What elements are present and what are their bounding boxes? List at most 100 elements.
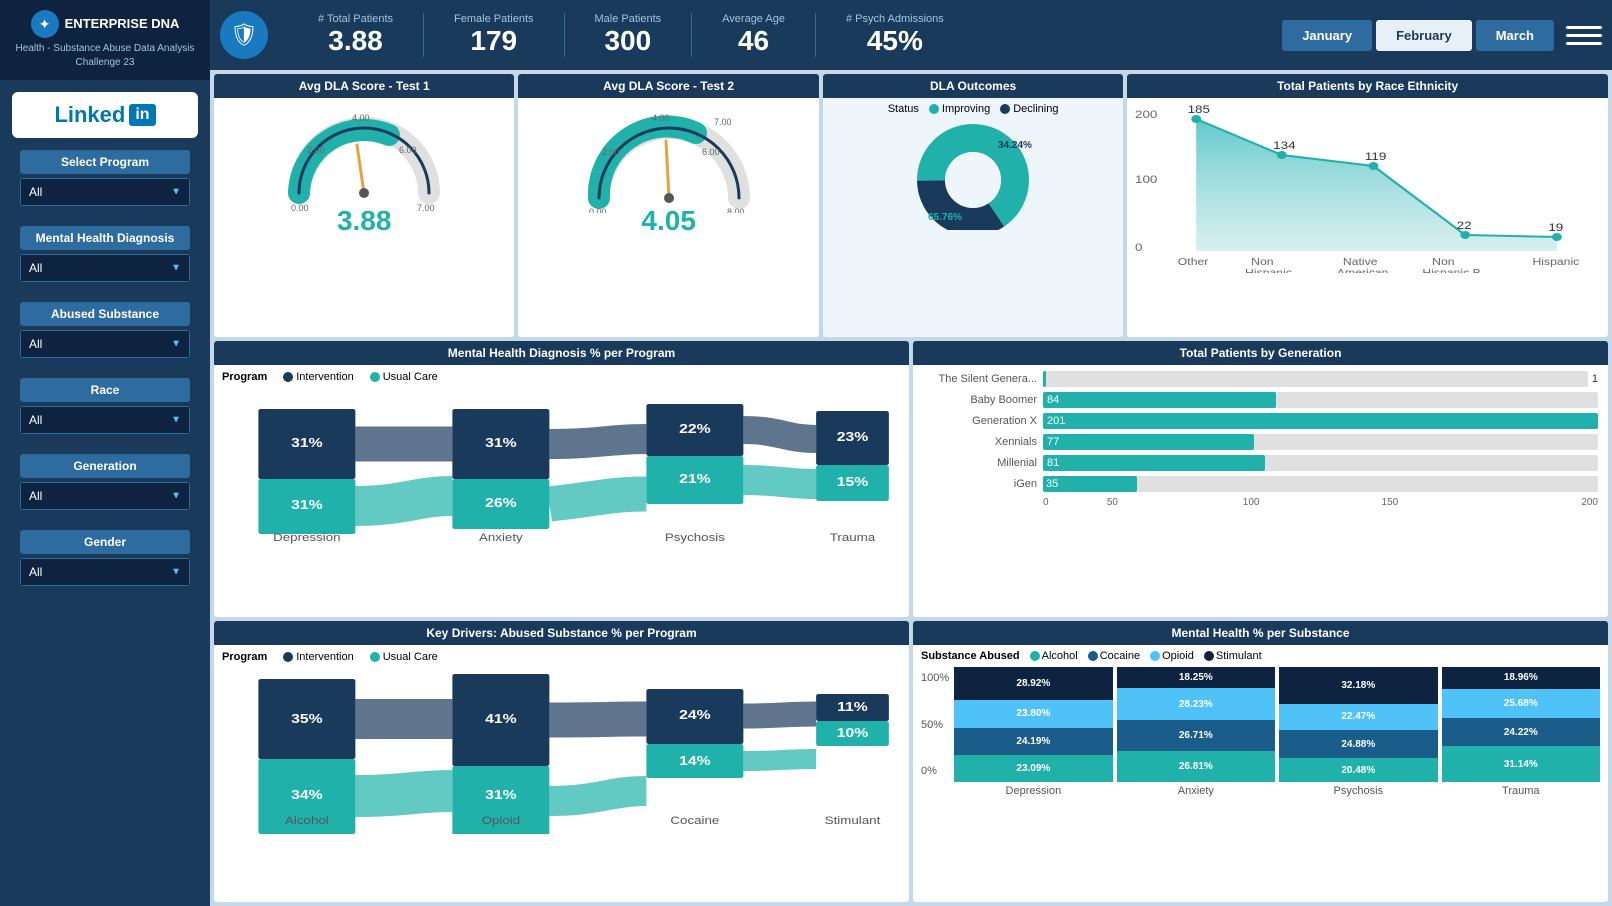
svg-text:Non: Non bbox=[1251, 257, 1273, 268]
mhs-anx-alcohol: 26.81% bbox=[1117, 751, 1275, 782]
card-dla2-body: 0.00 2.00 4.00 6.00 7.00 8.00 4.05 bbox=[518, 98, 818, 239]
filter-program-select[interactable]: All bbox=[21, 179, 189, 205]
svg-text:Native: Native bbox=[1343, 257, 1378, 268]
mhs-col-trauma: 18.96% 25.68% 24.22% 31.14% Trauma bbox=[1442, 667, 1600, 797]
january-button[interactable]: January bbox=[1282, 20, 1372, 51]
filter-diagnosis-select[interactable]: All bbox=[21, 255, 189, 281]
svg-text:2.00: 2.00 bbox=[307, 145, 325, 155]
card-key-drivers: Key Drivers: Abused Substance % per Prog… bbox=[214, 621, 909, 902]
mhs-dep-cocaine: 24.19% bbox=[954, 728, 1112, 756]
svg-text:65.76%: 65.76% bbox=[928, 212, 962, 223]
usual-care-legend: Usual Care bbox=[370, 371, 438, 383]
kd-flow-svg: 35% 34% 41% 31% 24% 14% bbox=[222, 669, 901, 834]
svg-text:22: 22 bbox=[1457, 219, 1472, 232]
mhs-label-depression: Depression bbox=[1006, 785, 1062, 797]
filter-generation-wrapper[interactable]: All ▼ bbox=[20, 482, 190, 510]
card-dla2: Avg DLA Score - Test 2 0.00 2.00 4.00 6.… bbox=[518, 74, 818, 337]
filter-diagnosis-wrapper[interactable]: All ▼ bbox=[20, 254, 190, 282]
february-button[interactable]: February bbox=[1376, 20, 1472, 51]
mhs-label-trauma: Trauma bbox=[1502, 785, 1540, 797]
card-mh-header: Mental Health Diagnosis % per Program bbox=[214, 341, 909, 365]
mhs-dep-alcohol: 23.09% bbox=[954, 755, 1112, 782]
gen-fill-igen: 35 bbox=[1043, 476, 1137, 492]
intervention-legend: Intervention bbox=[283, 371, 353, 383]
svg-text:119: 119 bbox=[1365, 150, 1387, 163]
card-generation: Total Patients by Generation The Silent … bbox=[913, 341, 1608, 617]
filter-race-wrapper[interactable]: All ▼ bbox=[20, 406, 190, 434]
stat-male-label: Male Patients bbox=[595, 13, 662, 25]
svg-text:Hispanic ...: Hispanic ... bbox=[1245, 268, 1305, 273]
filter-program-label: Select Program bbox=[20, 150, 190, 174]
svg-text:185: 185 bbox=[1188, 103, 1211, 116]
gen-bar-row-boomer: Baby Boomer 84 bbox=[923, 392, 1598, 408]
gen-label-xennials: Xennials bbox=[923, 436, 1043, 448]
svg-text:10%: 10% bbox=[837, 726, 869, 740]
mhs-stacked-anxiety: 18.25% 28.23% 26.71% 26.81% bbox=[1117, 667, 1275, 782]
mhs-stacked-depression: 28.92% 23.80% 24.19% 23.09% bbox=[954, 667, 1112, 782]
mhs-dep-stimulant: 28.92% bbox=[954, 667, 1112, 700]
svg-text:15%: 15% bbox=[837, 475, 869, 489]
intervention-label: Intervention bbox=[296, 371, 353, 383]
svg-text:Depression: Depression bbox=[273, 531, 340, 544]
svg-text:Stimulant: Stimulant bbox=[825, 814, 881, 827]
mhs-bars: 28.92% 23.80% 24.19% 23.09% Depression 1… bbox=[954, 667, 1600, 797]
svg-text:6.00: 6.00 bbox=[399, 145, 417, 155]
gen-fill-silent bbox=[1043, 371, 1046, 387]
declining-legend: Declining bbox=[1000, 103, 1058, 115]
declining-label: Declining bbox=[1013, 103, 1058, 115]
kd-intervention-legend: Intervention bbox=[283, 651, 353, 663]
logo-text: ENTERPRISE DNA bbox=[65, 15, 180, 33]
dna-logo-icon: ✦ bbox=[31, 10, 59, 38]
mhs-cocaine-text: Cocaine bbox=[1100, 650, 1140, 662]
kd-usual-care-text: Usual Care bbox=[383, 651, 438, 663]
svg-text:31%: 31% bbox=[485, 436, 517, 450]
svg-text:24%: 24% bbox=[679, 708, 711, 722]
improving-legend: Improving bbox=[929, 103, 990, 115]
card-mhs-header: Mental Health % per Substance bbox=[913, 621, 1608, 645]
mhs-dep-opioid: 23.80% bbox=[954, 700, 1112, 727]
stat-female-label: Female Patients bbox=[454, 13, 533, 25]
stat-female-value: 179 bbox=[470, 25, 517, 57]
filter-gender-select[interactable]: All bbox=[21, 559, 189, 585]
filter-generation-select[interactable]: All bbox=[21, 483, 189, 509]
filter-substance-select[interactable]: All bbox=[21, 331, 189, 357]
dashboard-grid: Avg DLA Score - Test 1 0.00 bbox=[210, 70, 1612, 906]
menu-hamburger[interactable] bbox=[1566, 17, 1602, 53]
linkedin-box: Linked in bbox=[12, 92, 198, 138]
mhs-y-100: 100% bbox=[921, 672, 949, 684]
stat-male: Male Patients 300 bbox=[565, 13, 693, 57]
svg-text:Other: Other bbox=[1178, 257, 1209, 268]
card-outcomes-header: DLA Outcomes bbox=[823, 74, 1123, 98]
svg-text:7.00: 7.00 bbox=[417, 203, 435, 213]
stat-total-label: # Total Patients bbox=[318, 13, 393, 25]
mhs-tra-opioid: 25.68% bbox=[1442, 689, 1600, 719]
gen-label-genx: Generation X bbox=[923, 415, 1043, 427]
gen-x-200: 200 bbox=[1459, 497, 1598, 508]
stat-female: Female Patients 179 bbox=[424, 13, 564, 57]
mhs-anx-cocaine: 26.71% bbox=[1117, 720, 1275, 751]
svg-text:Anxiety: Anxiety bbox=[479, 531, 524, 544]
gen-track-silent bbox=[1043, 371, 1588, 387]
mhs-stimulant-legend: Stimulant bbox=[1204, 650, 1262, 662]
filter-program-wrapper[interactable]: All ▼ bbox=[20, 178, 190, 206]
mhs-cocaine-legend: Cocaine bbox=[1088, 650, 1140, 662]
mhs-stimulant-dot bbox=[1204, 651, 1214, 661]
linkedin-in-badge: in bbox=[129, 104, 155, 126]
filter-gender-wrapper[interactable]: All ▼ bbox=[20, 558, 190, 586]
stat-male-value: 300 bbox=[604, 25, 651, 57]
march-button[interactable]: March bbox=[1476, 20, 1554, 51]
filter-program-section: Select Program All ▼ bbox=[10, 150, 200, 226]
svg-text:21%: 21% bbox=[679, 472, 711, 486]
filter-race-select[interactable]: All bbox=[21, 407, 189, 433]
card-dla1: Avg DLA Score - Test 1 0.00 bbox=[214, 74, 514, 337]
stat-total-patients: # Total Patients 3.88 bbox=[288, 13, 424, 57]
filter-substance-wrapper[interactable]: All ▼ bbox=[20, 330, 190, 358]
mhs-stimulant-text: Stimulant bbox=[1216, 650, 1262, 662]
filters-container: Select Program All ▼ Mental Health Diagn… bbox=[0, 150, 210, 606]
gen-fill-xennials: 77 bbox=[1043, 434, 1254, 450]
svg-text:2.00: 2.00 bbox=[602, 147, 620, 157]
svg-text:American: American bbox=[1337, 268, 1389, 273]
kd-usual-care-legend: Usual Care bbox=[370, 651, 438, 663]
svg-text:4.00: 4.00 bbox=[352, 113, 370, 123]
gen-bar-row-genx: Generation X 201 bbox=[923, 413, 1598, 429]
